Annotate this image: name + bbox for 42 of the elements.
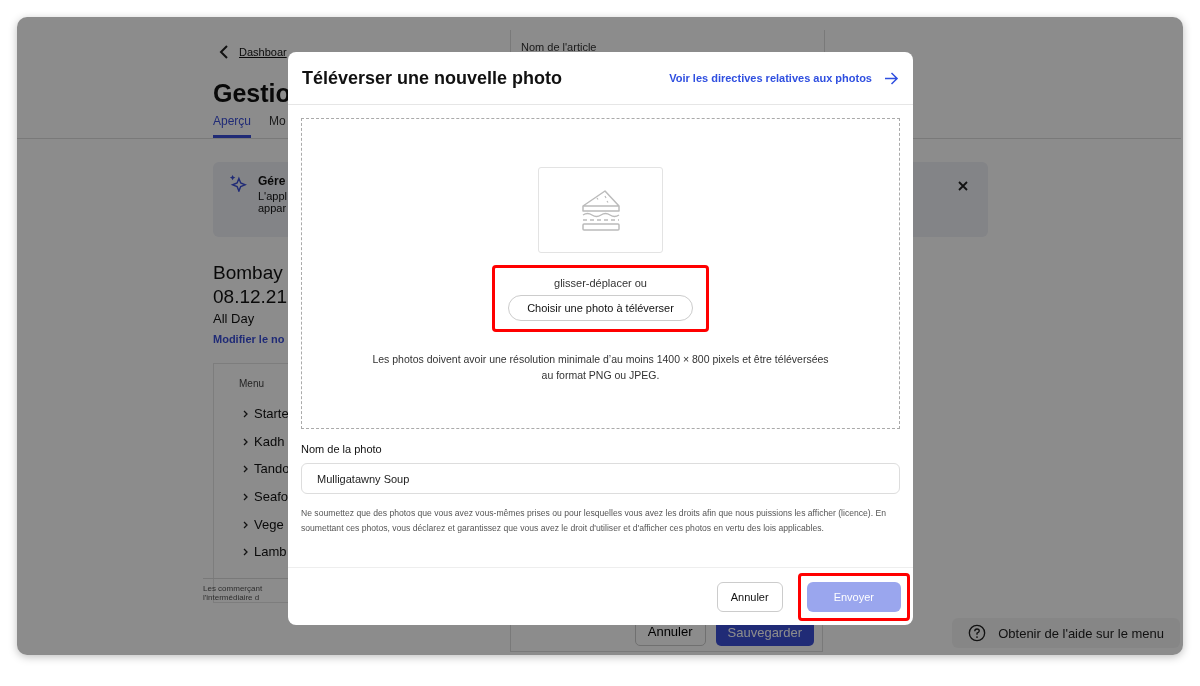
- chevron-icon[interactable]: [243, 465, 248, 474]
- banner-text: L'appl: [258, 190, 288, 202]
- back-link[interactable]: Dashboar: [239, 46, 287, 58]
- menu-category[interactable]: Tando: [254, 461, 290, 477]
- requirements-text: Les photos doivent avoir une résolution minimale d’au moins 1400 × 800 pixels et être téléversées au format PNG ou JPEG.: [371, 352, 830, 383]
- chevron-icon[interactable]: [243, 520, 248, 529]
- disclaimer-text: Ne soumettez que des photos que vous avez vous-mêmes prises ou pour lesquelles vous avez les droits afin que nous puissions les afficher (licence). En soumettant ces photos, vous déclarez et garantissez que vous avez le droit d'utiliser et d'afficher ces photos en vertu des lois applicables.: [301, 507, 887, 535]
- tab[interactable]: Mo: [269, 110, 286, 138]
- footer-note: l'intermédiaire d: [203, 593, 261, 603]
- chevron-icon[interactable]: [243, 493, 248, 501]
- banner-title: Gére: [258, 174, 287, 188]
- menu-service: All Day: [213, 311, 256, 326]
- chevron-icon[interactable]: [243, 437, 248, 446]
- dialog-button[interactable]: Annuler: [716, 581, 783, 612]
- menu-category[interactable]: Lamb: [254, 544, 287, 560]
- menu-category[interactable]: Seafo: [254, 489, 288, 504]
- field-label: Nom de la photo: [301, 443, 383, 455]
- photo-name-field[interactable]: Mulligatawny Soup: [301, 463, 900, 494]
- chevron-icon[interactable]: [243, 548, 248, 557]
- banner-text: appar: [258, 202, 288, 214]
- article-label: Nom de l'article: [521, 41, 597, 53]
- close-icon[interactable]: [958, 181, 968, 191]
- menu-category[interactable]: Kadh: [254, 433, 285, 449]
- footer-note: Les commerçant: [203, 584, 264, 594]
- menu-category[interactable]: Vege: [254, 516, 284, 532]
- chevron-icon[interactable]: [243, 410, 248, 418]
- help-button[interactable]: Obtenir de l'aide sur le menu: [952, 618, 1180, 648]
- guidelines-link[interactable]: Voir les directives relatives aux photos: [669, 71, 899, 85]
- menu-category[interactable]: Starte: [254, 406, 289, 421]
- menu-date: 08.12.21: [213, 285, 288, 309]
- tab[interactable]: Aperçu: [213, 110, 252, 138]
- help-icon: [968, 624, 987, 642]
- sparkle-icon: [229, 174, 247, 192]
- dialog-title: Téléverser une nouvelle photo: [302, 67, 563, 89]
- arrow-icon: [884, 71, 899, 85]
- drop-hint: glisser-déplacer ou: [554, 276, 647, 289]
- drop-zone[interactable]: glisser-déplacer ou Choisir une photo à téléverser Les photos doivent avoir une résolution minimale d’au moins 1400 × 800 pixels et être téléversées au format PNG ou JPEG.: [301, 118, 900, 429]
- sandwich-icon: [580, 188, 621, 232]
- menu-heading: Menu: [239, 378, 265, 389]
- menu-name: Bombay: [213, 261, 284, 285]
- back-icon[interactable]: [219, 45, 229, 59]
- choose-photo-button[interactable]: Choisir une photo à téléverser: [508, 294, 693, 321]
